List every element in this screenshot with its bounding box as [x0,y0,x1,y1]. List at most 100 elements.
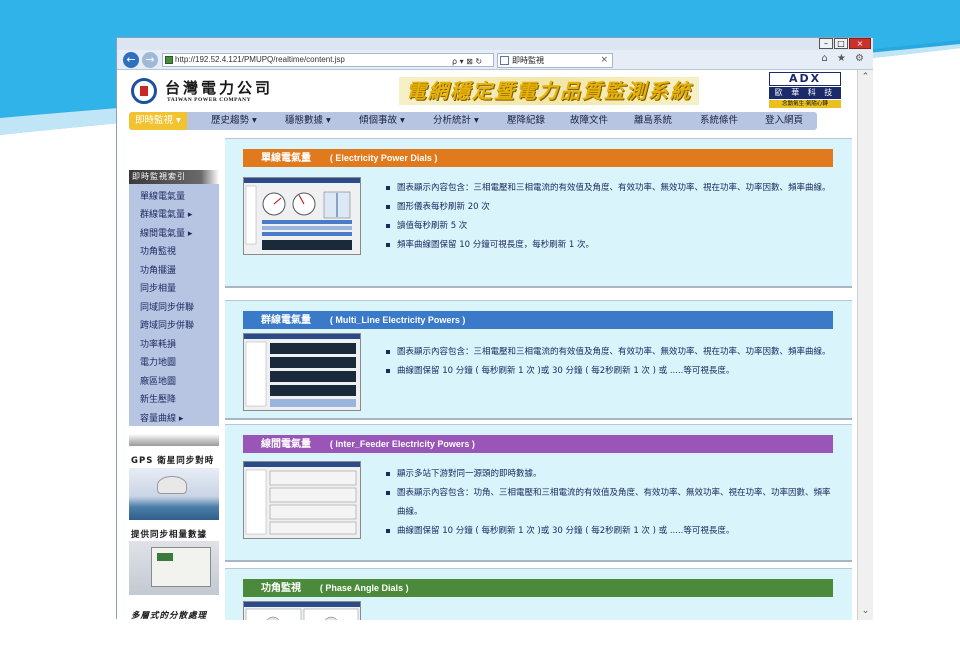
sidebar-list: 單線電氣量 群線電氣量 ▸ 線間電氣量 ▸ 功角監視 功角擺盪 同步相量 同域同… [129,184,219,426]
section-title-cn: 功角監視 [261,583,301,594]
page-viewport: 台灣電力公司 TAIWAN POWER COMPANY 電網穩定暨電力品質監測系… [117,70,857,620]
section-header[interactable]: 單線電氣量 ( Electricity Power Dials ) [243,149,833,167]
slide: – □ × ← → http://192.52.4.121/PMUPQ/real… [0,0,960,651]
brand-mark: ADX [769,72,841,86]
page-favicon [165,56,173,64]
close-button[interactable]: × [849,38,871,49]
sidebar-item-angle-swing[interactable]: 功角擺盪 [140,263,176,276]
feature-item: 頻率曲線圖保留 10 分鐘可視長度，每秒刷新 1 次。 [385,236,837,255]
synchrophasor-label: 提供同步相量數據 [131,530,208,540]
search-refresh-icons[interactable]: ρ ▾ ⊠ ↻ [452,57,482,66]
sidebar-item-single-line[interactable]: 單線電氣量 [140,189,185,202]
screenshot-thumbnail[interactable] [243,601,361,620]
feature-item: 曲線圖保留 10 分鐘 ( 每秒刷新 1 次 )或 30 分鐘 ( 每2秒刷新 … [385,522,837,541]
brand-slogan: 念動氣生‧氣隨心轉 [769,100,841,108]
taipower-logo-icon [131,78,157,104]
brand-name: 歐 華 科 技 [769,87,841,99]
phase-angle-preview-icon [244,602,360,620]
toolbar-icons[interactable]: ⌂ ★ ⚙ [821,53,867,64]
section-single-line: 單線電氣量 ( Electricity Power Dials ) 圖表顯示內容… [225,138,852,288]
dials-preview-icon [244,178,360,250]
sidebar-item-inter-feeder[interactable]: 線間電氣量 ▸ [140,226,192,239]
section-header[interactable]: 功角監視 ( Phase Angle Dials ) [243,579,833,597]
scroll-down-icon[interactable]: ⌄ [858,606,873,616]
company-name: 台灣電力公司 [165,79,274,97]
minimize-button[interactable]: – [819,38,833,49]
sidebar-item-plant-map[interactable]: 廠區地圖 [140,374,176,387]
feature-item: 圖表顯示內容包含：三相電壓和三相電流的有效值及角度、有效功率、無效功率、視在功率… [385,343,837,362]
menu-steady-data[interactable]: 穩態數據 ▾ [285,112,331,130]
feature-item: 圖表顯示內容包含：三相電壓和三相電流的有效值及角度、有效功率、無效功率、視在功率… [385,179,837,198]
maximize-button[interactable]: □ [834,38,848,49]
section-header[interactable]: 線間電氣量 ( Inter_Feeder Electricity Powers … [243,435,833,453]
menu-island-system[interactable]: 離島系統 [634,112,672,130]
browser-window: – □ × ← → http://192.52.4.121/PMUPQ/real… [116,37,873,620]
feature-item: 讀值每秒刷新 5 次 [385,217,837,236]
back-button[interactable]: ← [123,52,139,68]
tab-favicon [500,56,509,65]
sidebar-item-voltage-sag[interactable]: 新生壓降 [140,392,176,405]
feature-item: 圖表顯示內容包含：功角、三相電壓和三相電流的有效值及角度、有效功率、無效功率、視… [385,484,837,522]
gps-antenna-image [129,468,219,520]
sidebar-item-synchrophasor[interactable]: 同步相量 [140,281,176,294]
title-bar: – □ × [117,38,873,50]
section-title-en: ( Multi_Line Electricity Powers ) [329,315,466,325]
vertical-scrollbar[interactable]: ⌃ ⌄ [857,70,873,620]
sidebar-item-intra-sync[interactable]: 同域同步併聯 [140,300,194,313]
screenshot-thumbnail[interactable] [243,177,361,255]
screenshot-thumbnail[interactable] [243,461,361,539]
section-phase-angle: 功角監視 ( Phase Angle Dials ) [225,568,852,620]
section-title-en: ( Inter_Feeder Electricity Powers ) [329,439,475,449]
menu-analysis[interactable]: 分析統計 ▾ [433,112,479,130]
menu-realtime[interactable]: 即時監視 ▾ [129,112,187,130]
system-title: 電網穩定暨電力品質監測系統 [399,77,699,105]
brand-logo: ADX 歐 華 科 技 念動氣生‧氣隨心轉 [769,72,841,108]
section-title-en: ( Phase Angle Dials ) [319,583,409,593]
section-multi-line: 群線電氣量 ( Multi_Line Electricity Powers ) [225,300,852,420]
tab-realtime[interactable]: 即時監視 × [497,53,613,68]
address-bar: ← → http://192.52.4.121/PMUPQ/realtime/c… [117,50,873,70]
gps-sync-label: GPS 衛星同步對時 [131,456,215,466]
feature-item: 圖形儀表每秒刷新 20 次 [385,198,837,217]
main-menu: 即時監視 ▾ 歷史趨勢 ▾ 穩態數據 ▾ 傾個事故 ▾ 分析統計 ▾ 壓降紀錄 … [129,112,817,130]
tab-close-icon[interactable]: × [600,54,608,67]
section-title-cn: 線間電氣量 [261,439,311,450]
sidebar-heading: 即時監視索引 [129,170,219,184]
feature-list: 顯示多站下游對同一源頭的即時數據。 圖表顯示內容包含：功角、三相電壓和三相電流的… [385,465,837,541]
menu-system-conditions[interactable]: 系統條件 [700,112,738,130]
feature-list: 圖表顯示內容包含：三相電壓和三相電流的有效值及角度、有效功率、無效功率、視在功率… [385,179,837,255]
sidebar-item-capacity-curve[interactable]: 容量曲線 ▸ [140,411,183,424]
menu-events[interactable]: 傾個事故 ▾ [359,112,405,130]
sidebar: 即時監視索引 單線電氣量 群線電氣量 ▸ 線間電氣量 ▸ 功角監視 功角擺盪 同… [129,170,219,620]
multi-line-preview-icon [244,334,360,407]
menu-login[interactable]: 登入網頁 [765,112,803,130]
feature-list: 圖表顯示內容包含：三相電壓和三相電流的有效值及角度、有效功率、無效功率、視在功率… [385,343,837,381]
sidebar-divider [129,434,219,446]
sidebar-item-power-map[interactable]: 電力地圖 [140,355,176,368]
menu-fault-docs[interactable]: 故障文件 [570,112,608,130]
forward-button[interactable]: → [142,52,158,68]
sidebar-item-power-loss[interactable]: 功率耗損 [140,337,176,350]
screenshot-thumbnail[interactable] [243,333,361,411]
section-header[interactable]: 群線電氣量 ( Multi_Line Electricity Powers ) [243,311,833,329]
scroll-up-icon[interactable]: ⌃ [858,72,873,82]
url-input[interactable]: http://192.52.4.121/PMUPQ/realtime/conte… [162,53,494,67]
sidebar-item-inter-sync[interactable]: 跨域同步併聯 [140,318,194,331]
section-title-en: ( Electricity Power Dials ) [329,153,438,163]
address-actions[interactable]: ρ ▾ ⊠ ↻ [452,53,482,67]
sidebar-item-multi-line[interactable]: 群線電氣量 ▸ [140,207,192,220]
section-title-cn: 單線電氣量 [261,153,311,164]
sidebar-item-phase-angle[interactable]: 功角監視 [140,244,176,257]
site-header: 台灣電力公司 TAIWAN POWER COMPANY 電網穩定暨電力品質監測系… [117,70,857,110]
feature-item: 曲線圖保留 10 分鐘 ( 每秒刷新 1 次 )或 30 分鐘 ( 每2秒刷新 … [385,362,837,381]
pmu-device-image [129,541,219,595]
url-text: http://192.52.4.121/PMUPQ/realtime/conte… [175,55,345,64]
tab-title: 即時監視 [512,56,544,65]
distributed-label: 多層式的分散處理 [131,611,208,620]
company-name-en: TAIWAN POWER COMPANY [167,97,252,103]
section-title-cn: 群線電氣量 [261,315,311,326]
feature-item: 顯示多站下游對同一源頭的即時數據。 [385,465,837,484]
menu-sag-records[interactable]: 壓降紀錄 [507,112,545,130]
menu-history[interactable]: 歷史趨勢 ▾ [211,112,257,130]
section-inter-feeder: 線間電氣量 ( Inter_Feeder Electricity Powers … [225,424,852,562]
